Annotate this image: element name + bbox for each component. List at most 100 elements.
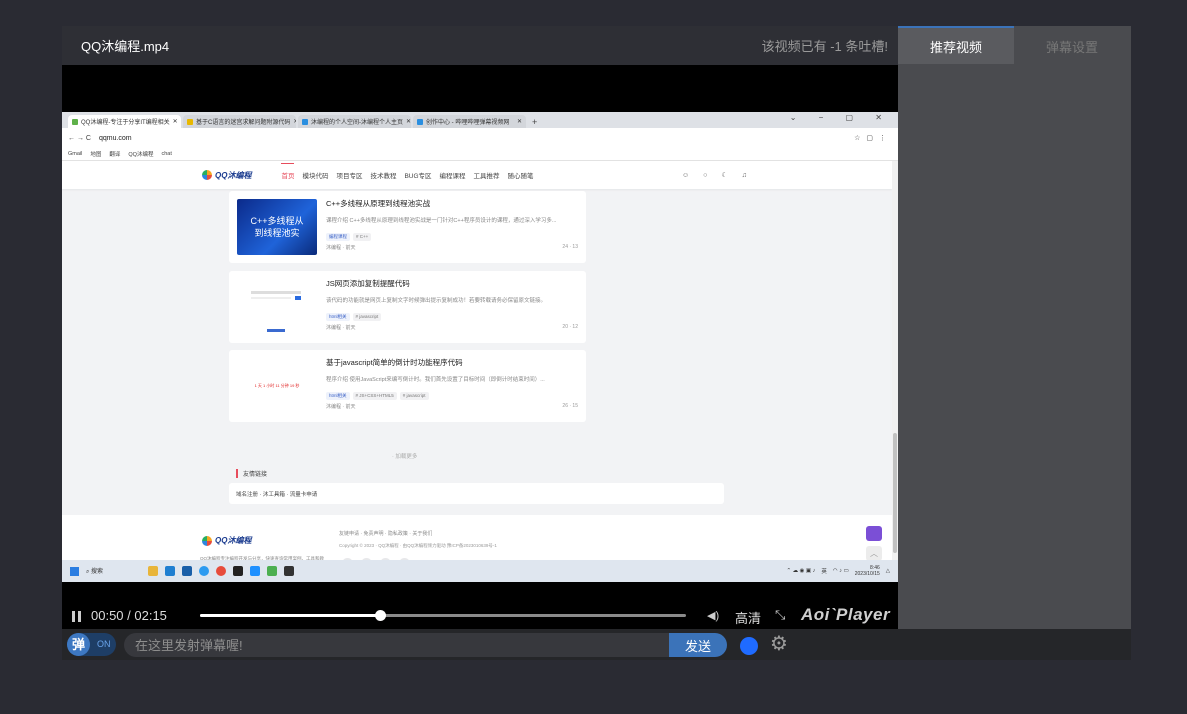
taskbar-app-icon (182, 566, 192, 576)
captured-browser-tabstrip: QQ沐编程-专注于分享IT编程相关 ✕ 基于C语言的迷宫求解问题附源代码 ✕ 沐编程… (62, 112, 898, 128)
card-tags: html相关 # javascript (326, 313, 382, 321)
card-stats: 24 · 13 (562, 244, 578, 250)
footer-links: 友链申请 · 免责声明 · 隐私政策 · 关于我们 (339, 531, 433, 537)
gear-icon[interactable]: ⚙ (770, 633, 788, 655)
danmaku-color-picker[interactable] (740, 637, 758, 655)
site-nav-item: 编程课程 (439, 173, 466, 180)
captured-tab: 沐编程的个人空间-沐编程个人主页 ✕ (298, 115, 411, 128)
taskbar-app-icon (199, 566, 209, 576)
taskbar-app-icon (284, 566, 294, 576)
card-tag: html相关 (326, 392, 350, 400)
volume-icon[interactable]: ◀) (707, 609, 719, 622)
tab-favicon-icon (72, 118, 78, 125)
bookmark: QQ沐编程 (128, 152, 154, 158)
danmaku-toggle[interactable]: 弹 ON (67, 633, 116, 656)
quality-button[interactable]: 高清 (735, 608, 761, 627)
card-title: C++多线程从原理到线程池实战 (326, 199, 431, 208)
card-desc: 程序介绍 使用JavaScript来编写倒计时。我们首先设置了目标时间（即倒计时… (326, 377, 545, 383)
tray-clock: 8:46 2023/10/15 (854, 565, 880, 577)
bookmark: 翻译 (109, 152, 121, 158)
progress-fill (200, 614, 380, 617)
close-icon: ✕ (516, 119, 522, 125)
logo-icon (202, 170, 212, 180)
card-author: 沐编程 · 前天 (326, 404, 356, 410)
send-button[interactable]: 发送 (669, 633, 727, 657)
card-tag: # javascript (352, 313, 382, 321)
tray-icons: ⌃ ☁ ◉ ▣ ♪ (786, 568, 816, 574)
card-author: 沐编程 · 前天 (326, 245, 356, 251)
captured-address-bar: ← → C qqmu.com ☆▢⋮ (62, 128, 898, 148)
thumbnail-preview-icon (251, 291, 301, 332)
card-author: 沐编程 · 前天 (326, 325, 356, 331)
site-nav-item: 首页 (281, 163, 295, 180)
close-icon: ✕ (406, 119, 411, 125)
tab-danmaku-settings[interactable]: 弹幕设置 (1014, 26, 1130, 64)
tab-favicon-icon (187, 118, 193, 125)
site-nav-icons: ☺○☾♫ (682, 172, 761, 179)
logo-icon (202, 535, 212, 546)
tab-recommended[interactable]: 推荐视频 (898, 26, 1014, 64)
site-nav-item: BUG专区 (404, 173, 432, 180)
float-qq-icon (866, 526, 882, 541)
card-title: JS网页添加复制提醒代码 (326, 279, 410, 288)
window-controls-icon: ⌄ − ▢ ✕ (789, 113, 892, 122)
card-desc: 课程介绍 C++多线程从原理到线程池实战是一门针对C++程序员设计的课程，通过深… (326, 218, 557, 224)
danmaku-toggle-label: 弹 (67, 633, 90, 656)
card-tags: 编程课程 # C++ (326, 233, 372, 241)
captured-tab: 创作中心 - 哔哩哔哩弹幕视频网 ✕ (413, 115, 526, 128)
captured-bookmarks-bar: Gmail 地图 翻译 QQ沐编程 chat (62, 148, 898, 161)
tray-wifi-icon: ◠ ♪ ▭ (832, 568, 849, 574)
progress-handle[interactable] (374, 610, 386, 621)
windows-start-icon (70, 566, 79, 576)
close-icon: ✕ (172, 119, 178, 125)
tray-lang: 英 (821, 569, 827, 575)
video-title: QQ沐编程.mp4 (81, 39, 170, 54)
time-display: 00:50 / 02:15 (91, 608, 167, 623)
article-card: 1 天 1 小时 11 分钟 19 秒 基于javascript简单的倒计时功能… (229, 350, 586, 422)
card-tag: # JS+CSS+HTML5 (352, 392, 397, 400)
video-frame[interactable]: QQ沐编程-专注于分享IT编程相关 ✕ 基于C语言的迷宫求解问题附源代码 ✕ 沐编程… (62, 112, 898, 582)
bookmark: chat (161, 151, 172, 157)
captured-tab: QQ沐编程-专注于分享IT编程相关 ✕ (68, 115, 181, 128)
load-more: · 加载更多 (392, 454, 418, 460)
progress-bar[interactable] (200, 610, 686, 621)
card-tag: # javascript (399, 392, 429, 400)
site-nav-item: 工具推荐 (473, 173, 500, 180)
sidebar-tabs: 推荐视频 弹幕设置 (898, 26, 1131, 64)
pause-icon[interactable] (72, 611, 82, 622)
tab-favicon-icon (417, 118, 423, 125)
player-brand: Aoi`Player (801, 605, 891, 624)
card-stats: 20 · 12 (562, 324, 578, 330)
taskbar-app-icon (267, 566, 277, 576)
system-tray: ⌃ ☁ ◉ ▣ ♪ 英 ◠ ♪ ▭ 8:46 2023/10/15 △ (786, 565, 890, 577)
fullscreen-icon[interactable]: ⤡ (775, 607, 785, 623)
card-tag: html相关 (326, 313, 350, 321)
taskbar-app-icon (233, 566, 243, 576)
taskbar-app-icon (165, 566, 175, 576)
card-tag: # C++ (353, 233, 372, 241)
tab-favicon-icon (302, 118, 308, 125)
player-titlebar: QQ沐编程.mp4 该视频已有 -1 条吐槽! (62, 26, 898, 65)
new-tab-icon: + (532, 117, 538, 127)
site-nav-item: 随心随笔 (507, 173, 534, 180)
site-nav-item: 项目专区 (336, 173, 363, 180)
card-desc: 该代码的功能就是网页上复制文字时候弹出提示复制成功！若要转载请务必保留原文链接。 (326, 298, 547, 304)
article-card: C++多线程从 到线程池实 C++多线程从原理到线程池实战 课程介绍 C++多线… (229, 191, 586, 263)
card-thumbnail (237, 279, 317, 335)
taskbar-search: ⌕ 搜索 (86, 569, 104, 575)
danmaku-input[interactable] (124, 633, 669, 657)
taskbar-app-icon (148, 566, 158, 576)
footer-copyright: Copyright © 2023 · QQ沐编程 · 由QQ沐编程倾力驱动 豫I… (339, 543, 497, 548)
card-title: 基于javascript简单的倒计时功能程序代码 (326, 358, 463, 367)
card-thumbnail: C++多线程从 到线程池实 (237, 199, 317, 255)
captured-tab: 基于C语言的迷宫求解问题附源代码 ✕ (183, 115, 296, 128)
bookmark: Gmail (68, 151, 83, 157)
close-icon: ✕ (293, 119, 296, 125)
site-nav-item: 技术教程 (370, 173, 397, 180)
footer-logo: QQ沐编程 (202, 535, 251, 546)
site-logo: QQ沐编程 (202, 170, 251, 181)
video-player: QQ沐编程.mp4 该视频已有 -1 条吐槽! QQ沐编程-专注于分享IT编程相… (62, 26, 898, 629)
player-sidebar: 推荐视频 弹幕设置 (898, 26, 1131, 629)
taskbar-app-icon (216, 566, 226, 576)
danmaku-count: 该视频已有 -1 条吐槽! (761, 39, 888, 54)
